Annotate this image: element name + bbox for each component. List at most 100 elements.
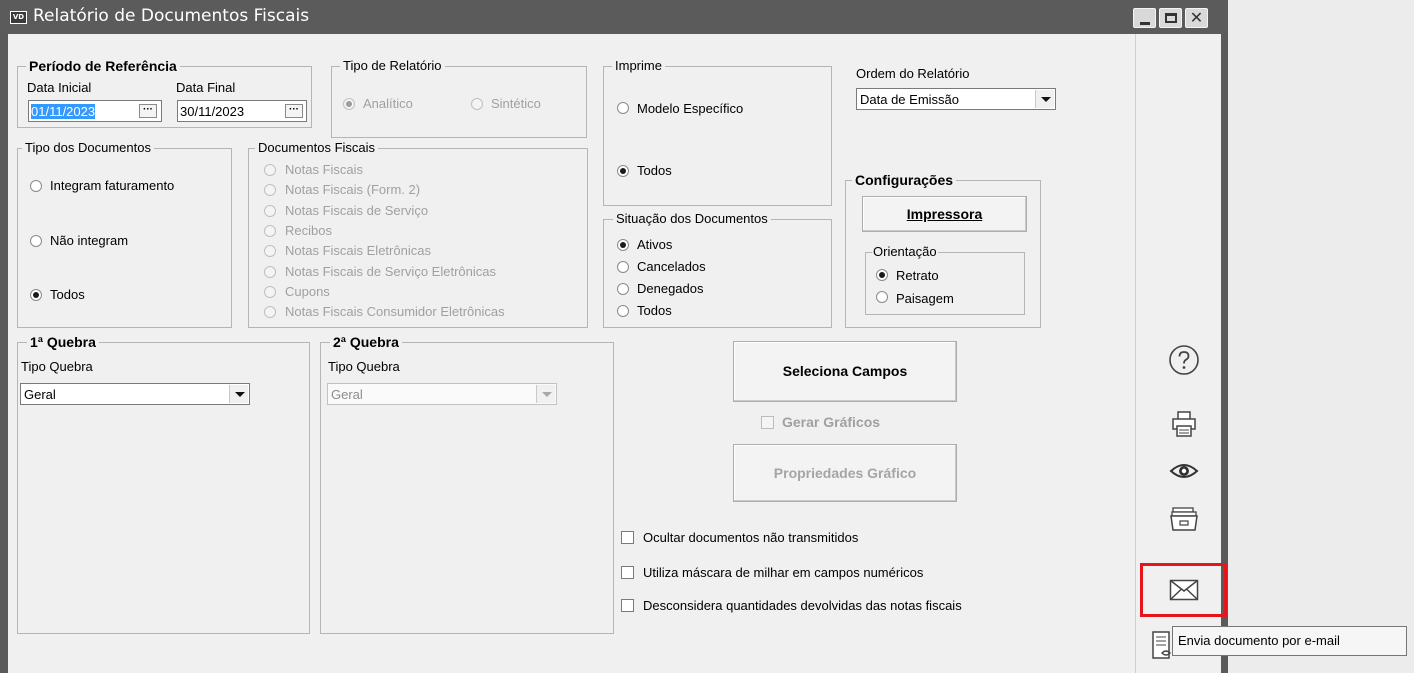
nao-integram-label: Não integram [50, 233, 129, 248]
denegados-label: Denegados [637, 281, 704, 296]
close-button[interactable]: ✕ [1185, 8, 1208, 28]
ordem-label: Ordem do Relatório [856, 66, 970, 81]
print-button[interactable] [1144, 405, 1224, 443]
data-inicial-label: Data Inicial [27, 80, 92, 95]
situacao-todos-radio[interactable] [617, 305, 629, 317]
minimize-button[interactable] [1133, 8, 1156, 28]
paisagem-radio[interactable] [876, 291, 888, 303]
imprime-legend: Imprime [612, 58, 665, 74]
impressora-button[interactable]: Impressora [862, 196, 1027, 232]
seleciona-campos-button[interactable]: Seleciona Campos [733, 341, 957, 402]
quebra2-value: Geral [331, 387, 363, 402]
data-final-label: Data Final [176, 80, 236, 95]
maximize-button[interactable] [1159, 8, 1182, 28]
cancelados-radio[interactable] [617, 261, 629, 273]
analitico-label: Analítico [363, 96, 413, 111]
preview-eye-icon [1169, 464, 1199, 478]
export-folder-icon [1170, 507, 1198, 531]
document-icon [1152, 631, 1171, 659]
email-tooltip: Envia documento por e-mail [1172, 626, 1407, 656]
situacao-todos-label: Todos [637, 303, 672, 318]
help-icon [1169, 345, 1199, 375]
printer-icon [1172, 411, 1196, 437]
desconsidera-checkbox[interactable] [621, 599, 634, 612]
documento-fiscal-label: Recibos [285, 222, 332, 238]
quebra1-legend: 1ª Quebra [27, 334, 99, 350]
date-picker-button[interactable]: ··· [139, 104, 157, 118]
date-picker-button[interactable]: ··· [285, 104, 303, 118]
imprime-todos-radio[interactable] [617, 165, 629, 177]
window-title: Relatório de Documentos Fiscais [33, 6, 310, 26]
chevron-down-icon[interactable] [1035, 90, 1054, 108]
ativos-label: Ativos [637, 237, 673, 252]
ocultar-checkbox[interactable] [621, 531, 634, 544]
documento-fiscal-radio[interactable] [264, 164, 276, 176]
denegados-radio[interactable] [617, 283, 629, 295]
quebra1-value: Geral [24, 387, 56, 402]
data-inicial-value: 01/11/2023 [31, 104, 96, 119]
minimize-icon [1140, 22, 1150, 25]
tipo-todos-radio[interactable] [30, 289, 42, 301]
documento-fiscal-radio[interactable] [264, 306, 276, 319]
modelo-especifico-label: Modelo Específico [637, 101, 744, 116]
documento-fiscal-radio[interactable] [264, 265, 276, 278]
imprime-todos-label: Todos [637, 163, 672, 178]
documento-fiscal-label: Notas Fiscais [285, 162, 364, 177]
documento-fiscal-label: Notas Fiscais de Serviço Eletrônicas [285, 263, 496, 279]
preview-button[interactable] [1144, 452, 1224, 490]
tipo-documentos-legend: Tipo dos Documentos [22, 140, 154, 156]
mascara-milhar-checkbox[interactable] [621, 566, 634, 579]
documento-fiscal-label: Notas Fiscais de Serviço [285, 202, 429, 218]
quebra2-tipo-label: Tipo Quebra [328, 359, 400, 374]
maximize-icon [1165, 13, 1177, 23]
imprime-group: Imprime [603, 58, 832, 206]
analitico-radio[interactable] [343, 98, 355, 110]
documento-fiscal-label: Notas Fiscais Consumidor Eletrônicas [285, 304, 505, 320]
documento-fiscal-label: Notas Fiscais (Form. 2) [285, 182, 421, 198]
periodo-legend: Período de Referência [26, 58, 180, 74]
title-bar[interactable]: VD Relatório de Documentos Fiscais ✕ [0, 0, 1228, 34]
documentos-fiscais-legend: Documentos Fiscais [255, 140, 379, 156]
sintetico-label: Sintético [491, 96, 541, 111]
integram-label: Integram faturamento [50, 178, 175, 193]
desconsidera-label: Desconsidera quantidades devolvidas das … [643, 598, 962, 613]
chevron-down-icon[interactable] [536, 385, 555, 403]
app-logo-icon: VD [10, 11, 27, 24]
retrato-radio[interactable] [876, 269, 888, 281]
gerar-graficos-label: Gerar Gráficos [782, 414, 881, 430]
data-final-value: 30/11/2023 [180, 104, 245, 119]
tipo-todos-label: Todos [50, 287, 85, 302]
export-button[interactable] [1144, 500, 1224, 538]
configuracoes-legend: Configurações [852, 172, 957, 188]
quebra1-tipo-label: Tipo Quebra [21, 359, 93, 374]
chevron-down-icon[interactable] [229, 385, 248, 403]
quebra2-select[interactable]: Geral [327, 383, 557, 405]
ocultar-label: Ocultar documentos não transmitidos [643, 530, 859, 545]
propriedades-grafico-button[interactable]: Propriedades Gráfico [733, 444, 957, 502]
documento-fiscal-label: Notas Fiscais Eletrônicas [285, 243, 431, 259]
retrato-label: Retrato [896, 268, 939, 283]
close-icon: ✕ [1189, 8, 1204, 27]
nao-integram-radio[interactable] [30, 235, 42, 247]
documento-fiscal-radio[interactable] [264, 224, 276, 237]
sintetico-radio[interactable] [471, 98, 483, 110]
help-button[interactable] [1144, 341, 1224, 379]
mascara-milhar-label: Utiliza máscara de milhar em campos numé… [643, 565, 924, 580]
quebra2-legend: 2ª Quebra [330, 334, 402, 350]
documento-fiscal-radio[interactable] [264, 285, 276, 298]
paisagem-label: Paisagem [896, 291, 954, 306]
tipo-relatorio-legend: Tipo de Relatório [340, 58, 445, 74]
integram-radio[interactable] [30, 180, 42, 192]
data-inicial-field[interactable]: 01/11/2023 ··· [28, 100, 162, 122]
orientacao-legend: Orientação [872, 244, 938, 260]
ativos-radio[interactable] [617, 239, 629, 251]
gerar-graficos-checkbox[interactable] [761, 416, 774, 429]
modelo-especifico-radio[interactable] [617, 102, 629, 114]
documento-fiscal-label: Cupons [285, 283, 330, 299]
data-final-field[interactable]: 30/11/2023 ··· [177, 100, 307, 122]
email-highlight-box [1140, 563, 1227, 617]
documento-fiscal-radio[interactable] [264, 204, 276, 217]
ordem-select[interactable]: Data de Emissão [856, 88, 1056, 110]
quebra1-select[interactable]: Geral [20, 383, 250, 405]
situacao-legend: Situação dos Documentos [613, 211, 771, 227]
